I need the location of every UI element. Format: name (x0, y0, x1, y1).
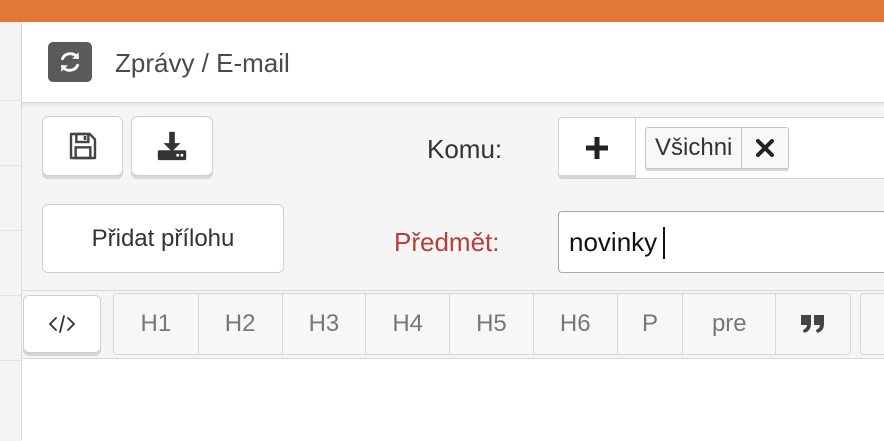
format-paragraph-button[interactable]: P (618, 294, 684, 354)
strip-divider (0, 165, 21, 166)
code-icon (49, 315, 75, 333)
refresh-icon (61, 52, 79, 72)
format-h3-button[interactable]: H3 (283, 294, 367, 354)
format-h5-button[interactable]: H5 (450, 294, 534, 354)
more-format-buttons[interactable] (860, 293, 884, 355)
editor-toolbar: H1 H2 H3 H4 H5 H6 P pre (22, 290, 884, 359)
add-recipient-button[interactable] (559, 118, 636, 178)
format-h4-button[interactable]: H4 (366, 294, 451, 354)
subject-label: Předmět: (394, 227, 500, 257)
remove-recipient-button[interactable] (741, 128, 788, 168)
subject-input[interactable] (558, 211, 884, 273)
download-icon (157, 131, 187, 161)
add-attachment-button[interactable]: Přidat přílohu (42, 204, 284, 273)
close-icon (756, 139, 775, 157)
left-side-strip (0, 22, 22, 440)
recipient-tag-label: Všichni (655, 134, 733, 161)
format-h6-button[interactable]: H6 (534, 294, 618, 354)
format-quote-button[interactable] (776, 294, 850, 354)
strip-divider (0, 230, 21, 231)
recipient-tag: Všichni (645, 127, 790, 169)
format-buttons-group: H1 H2 H3 H4 H5 H6 P pre (113, 293, 851, 355)
code-view-button[interactable] (23, 295, 101, 353)
text-caret (663, 227, 665, 259)
recipient-label: Komu: (427, 134, 503, 164)
plus-icon (586, 137, 608, 159)
recipient-field[interactable]: Všichni (558, 117, 884, 179)
floppy-disk-icon (69, 132, 96, 160)
format-h2-button[interactable]: H2 (199, 294, 283, 354)
message-editor[interactable] (22, 358, 884, 441)
top-accent-bar (0, 0, 884, 22)
strip-divider (0, 360, 21, 361)
strip-divider (0, 100, 21, 101)
email-panel: Zprávy / E-mail Přidat přílohu Komu: Vši… (22, 22, 884, 441)
format-pre-button[interactable]: pre (683, 294, 777, 354)
panel-header: Zprávy / E-mail (22, 22, 884, 103)
save-button[interactable] (42, 116, 123, 176)
strip-divider (0, 295, 21, 296)
download-button[interactable] (131, 116, 213, 176)
page-title: Zprávy / E-mail (115, 48, 290, 78)
format-h1-button[interactable]: H1 (114, 294, 199, 354)
quote-icon (801, 315, 825, 333)
refresh-button[interactable] (48, 42, 92, 82)
